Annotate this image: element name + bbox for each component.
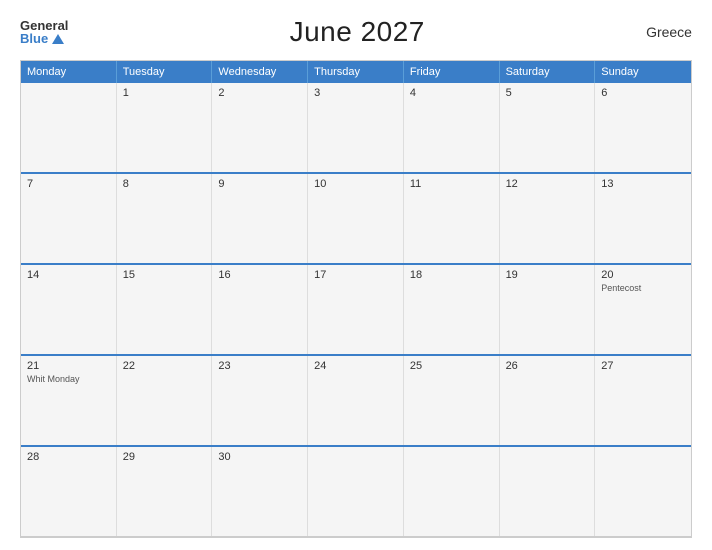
week-row-5: 28 29 30: [21, 447, 691, 537]
day-number: 9: [218, 178, 224, 190]
day-cell: 14: [21, 265, 117, 354]
day-cell: [500, 447, 596, 536]
day-number: 22: [123, 360, 135, 372]
page-title: June 2027: [290, 16, 425, 48]
logo-blue-text: Blue: [20, 32, 68, 45]
day-number: 21: [27, 360, 39, 372]
day-cell: 12: [500, 174, 596, 263]
day-cell: 21 Whit Monday: [21, 356, 117, 445]
day-number: 7: [27, 178, 33, 190]
day-header-tuesday: Tuesday: [117, 61, 213, 83]
day-number: 12: [506, 178, 518, 190]
day-cell: [404, 447, 500, 536]
page-header: General Blue June 2027 Greece: [20, 16, 692, 48]
day-header-wednesday: Wednesday: [212, 61, 308, 83]
day-number: 6: [601, 87, 607, 99]
day-number: 23: [218, 360, 230, 372]
day-number: 4: [410, 87, 416, 99]
day-number: 8: [123, 178, 129, 190]
day-cell: 17: [308, 265, 404, 354]
day-header-friday: Friday: [404, 61, 500, 83]
day-number: 14: [27, 269, 39, 281]
day-cell: 2: [212, 83, 308, 172]
day-cell: 20 Pentecost: [595, 265, 691, 354]
day-header-thursday: Thursday: [308, 61, 404, 83]
day-cell: 29: [117, 447, 213, 536]
day-cell: 23: [212, 356, 308, 445]
week-row-4: 21 Whit Monday 22 23 24 25 26 27: [21, 356, 691, 447]
day-cell: 11: [404, 174, 500, 263]
day-number: 27: [601, 360, 613, 372]
calendar-page: General Blue June 2027 Greece MondayTues…: [0, 0, 712, 550]
day-cell: 10: [308, 174, 404, 263]
country-label: Greece: [646, 24, 692, 40]
week-row-2: 7 8 9 10 11 12 13: [21, 174, 691, 265]
day-cell: 27: [595, 356, 691, 445]
day-cell: 19: [500, 265, 596, 354]
day-number: 13: [601, 178, 613, 190]
day-header-monday: Monday: [21, 61, 117, 83]
weeks-container: 1234567891011121314151617181920Pentecost…: [21, 83, 691, 537]
day-cell: 8: [117, 174, 213, 263]
day-number: 2: [218, 87, 224, 99]
day-cell: 1: [117, 83, 213, 172]
day-number: 3: [314, 87, 320, 99]
day-cell: 3: [308, 83, 404, 172]
day-header-saturday: Saturday: [500, 61, 596, 83]
day-number: 28: [27, 451, 39, 463]
day-cell: 26: [500, 356, 596, 445]
days-header: MondayTuesdayWednesdayThursdayFridaySatu…: [21, 61, 691, 83]
day-cell: 25: [404, 356, 500, 445]
day-number: 19: [506, 269, 518, 281]
day-number: 26: [506, 360, 518, 372]
week-row-3: 14 15 16 17 18 19 20 Pentecost: [21, 265, 691, 356]
day-cell: 15: [117, 265, 213, 354]
day-cell: [595, 447, 691, 536]
day-cell: 18: [404, 265, 500, 354]
calendar-grid: MondayTuesdayWednesdayThursdayFridaySatu…: [20, 60, 692, 538]
day-cell: 22: [117, 356, 213, 445]
day-number: 20: [601, 269, 613, 281]
day-number: 18: [410, 269, 422, 281]
day-number: 17: [314, 269, 326, 281]
day-number: 11: [410, 178, 421, 190]
day-header-sunday: Sunday: [595, 61, 691, 83]
logo: General Blue: [20, 19, 68, 45]
day-cell: [21, 83, 117, 172]
day-number: 10: [314, 178, 326, 190]
day-number: 5: [506, 87, 512, 99]
day-number: 29: [123, 451, 135, 463]
day-event: Pentecost: [601, 283, 641, 294]
day-cell: 6: [595, 83, 691, 172]
day-number: 25: [410, 360, 422, 372]
day-cell: 13: [595, 174, 691, 263]
day-number: 30: [218, 451, 230, 463]
day-cell: [308, 447, 404, 536]
day-event: Whit Monday: [27, 374, 80, 385]
day-cell: 24: [308, 356, 404, 445]
day-number: 24: [314, 360, 326, 372]
logo-triangle-icon: [52, 34, 64, 44]
day-cell: 4: [404, 83, 500, 172]
day-number: 1: [123, 87, 129, 99]
week-row-1: 1 2 3 4 5 6: [21, 83, 691, 174]
day-number: 16: [218, 269, 230, 281]
day-cell: 16: [212, 265, 308, 354]
day-cell: 30: [212, 447, 308, 536]
day-cell: 28: [21, 447, 117, 536]
day-cell: 7: [21, 174, 117, 263]
day-cell: 9: [212, 174, 308, 263]
day-cell: 5: [500, 83, 596, 172]
day-number: 15: [123, 269, 135, 281]
